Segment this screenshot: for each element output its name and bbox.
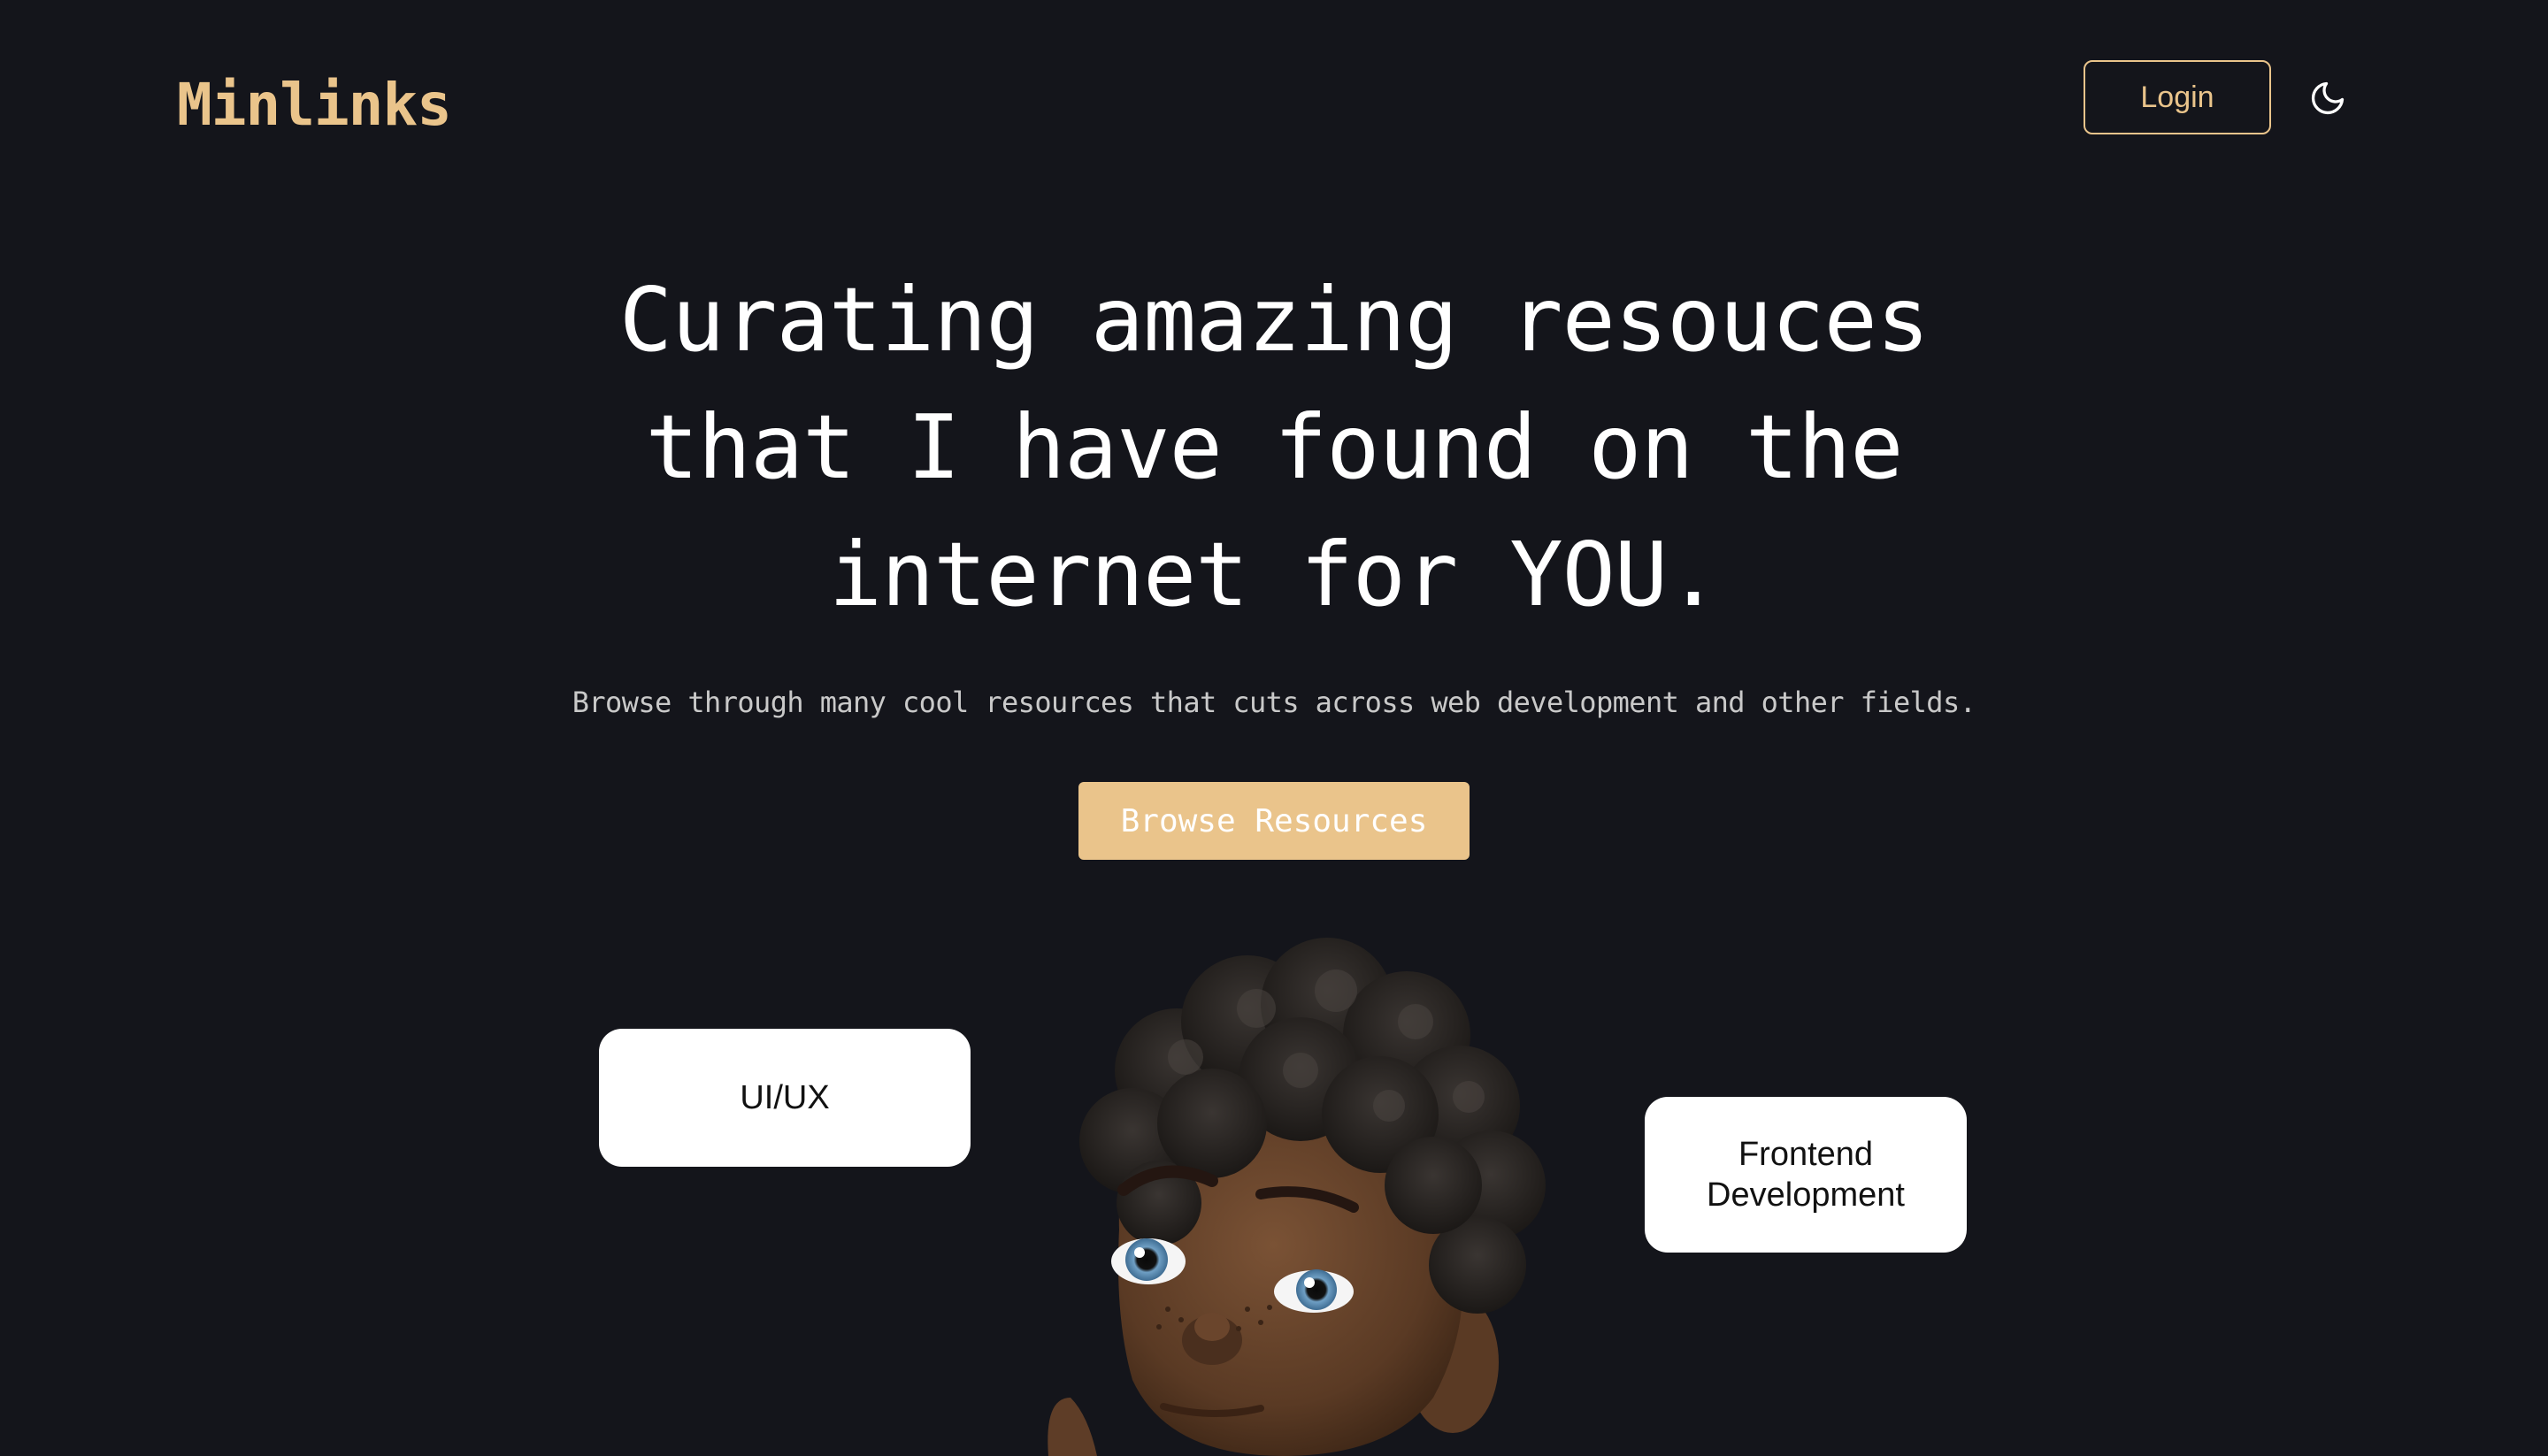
tag-card-uiux: UI/UX <box>599 1029 971 1167</box>
login-button[interactable]: Login <box>2084 60 2271 134</box>
tag-label-line: Development <box>1707 1176 1905 1214</box>
moon-icon <box>2311 81 2345 115</box>
tag-card-frontend-development: Frontend Development <box>1645 1097 1967 1253</box>
browse-resources-button[interactable]: Browse Resources <box>1078 782 1470 860</box>
hero-title-line: internet for YOU. <box>828 523 1721 626</box>
tag-label: UI/UX <box>740 1079 830 1116</box>
memoji-avatar-icon <box>1035 938 1601 1456</box>
theme-toggle-button[interactable] <box>2305 75 2351 121</box>
hero-title-line: that I have found on the <box>645 395 1904 499</box>
hero-title: Curating amazing resouces that I have fo… <box>0 257 2548 639</box>
site-logo[interactable]: Minlinks <box>177 71 452 140</box>
hero-title-line: Curating amazing resouces <box>618 268 1930 372</box>
hero-subtitle: Browse through many cool resources that … <box>572 686 1976 719</box>
tag-label-line: Frontend <box>1738 1136 1874 1173</box>
